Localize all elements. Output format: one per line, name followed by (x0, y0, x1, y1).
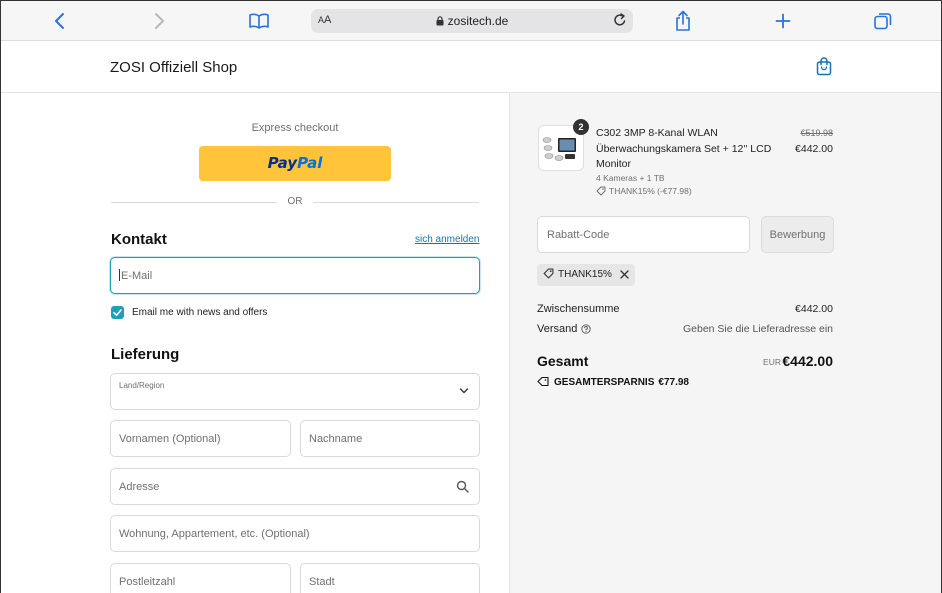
postal-code-field[interactable]: Postleitzahl (110, 563, 291, 593)
plus-icon (775, 13, 791, 29)
order-summary: 2 C302 3MP 8-Kanal WLAN Überwachungskame… (509, 93, 941, 593)
shopping-bag-icon[interactable] (815, 56, 833, 76)
or-divider: OR (111, 195, 479, 209)
delivery-heading: Lieferung (111, 346, 180, 363)
share-button[interactable] (671, 9, 695, 33)
country-select[interactable]: Land/Region (110, 373, 480, 410)
search-icon (456, 480, 469, 493)
chevron-right-icon (155, 13, 164, 29)
total-label: Gesamt (537, 353, 589, 369)
tag-icon (537, 376, 549, 387)
paypal-button[interactable]: PayPal (199, 146, 391, 181)
last-name-field[interactable]: Nachname (300, 420, 480, 457)
discount-code-input[interactable]: Rabatt-Code (537, 216, 750, 253)
sign-in-link[interactable]: sich anmelden (415, 234, 479, 245)
text-caret (119, 269, 120, 281)
apartment-field[interactable]: Wohnung, Appartement, etc. (Optional) (110, 515, 480, 552)
lock-icon (436, 16, 444, 26)
chevron-down-icon (459, 388, 469, 394)
bookmarks-button[interactable] (247, 9, 271, 33)
chevron-left-icon (55, 13, 64, 29)
checkmark-icon (113, 309, 122, 316)
contact-heading: Kontakt (111, 231, 167, 248)
first-name-field[interactable]: Vornamen (Optional) (110, 420, 291, 457)
shop-title[interactable]: ZOSI Offiziell Shop (110, 59, 237, 76)
product-thumbnail: 2 (538, 119, 589, 171)
subtotal-value: €442.00 (795, 303, 833, 315)
shipping-value: Geben Sie die Lieferadresse ein (682, 323, 833, 335)
browser-toolbar: AA zositech.de (1, 1, 941, 41)
tag-icon (543, 268, 554, 279)
share-icon (676, 10, 690, 31)
email-field[interactable]: E-Mail (110, 257, 480, 294)
quantity-badge: 2 (573, 119, 589, 135)
newsletter-label: Email me with news and offers (132, 307, 268, 318)
close-icon[interactable] (620, 270, 629, 279)
apply-discount-button[interactable]: Bewerbung (761, 216, 834, 253)
city-field[interactable]: Stadt (300, 563, 480, 593)
url-text: zositech.de (311, 14, 633, 28)
address-bar[interactable]: AA zositech.de (311, 9, 633, 33)
checkout-form: Express checkout PayPal OR Kontakt sich … (1, 93, 509, 593)
product-name: C302 3MP 8-Kanal WLAN Überwachungskamera… (596, 127, 772, 170)
tag-icon (596, 186, 606, 196)
book-icon (249, 13, 269, 29)
new-tab-button[interactable] (771, 9, 795, 33)
shop-header: ZOSI Offiziell Shop (1, 41, 941, 93)
reload-icon[interactable] (612, 12, 628, 28)
back-button[interactable] (48, 9, 72, 33)
help-icon[interactable] (581, 324, 592, 334)
applied-code-chip: THANK15% (537, 264, 635, 286)
total-savings: GESAMTERSPARNIS €77.98 (537, 376, 689, 388)
forward-button[interactable] (147, 9, 171, 33)
address-field[interactable]: Adresse (110, 468, 480, 505)
total-value: €442.00 (782, 353, 833, 369)
newsletter-checkbox[interactable] (111, 306, 124, 319)
total-currency: EUR (763, 357, 781, 367)
subtotal-label: Zwischensumme (537, 303, 620, 315)
tabs-icon (874, 13, 892, 30)
shipping-label: Versand (537, 323, 592, 335)
discounted-price: €442.00 (795, 143, 833, 155)
express-checkout-label: Express checkout (251, 122, 339, 134)
original-price: €519.98 (800, 128, 833, 138)
country-label: Land/Region (119, 381, 165, 390)
product-variant: 4 Kameras + 1 TB (596, 173, 665, 183)
tabs-overview-button[interactable] (871, 9, 895, 33)
product-discount: THANK15% (-€77.98) (596, 186, 692, 196)
